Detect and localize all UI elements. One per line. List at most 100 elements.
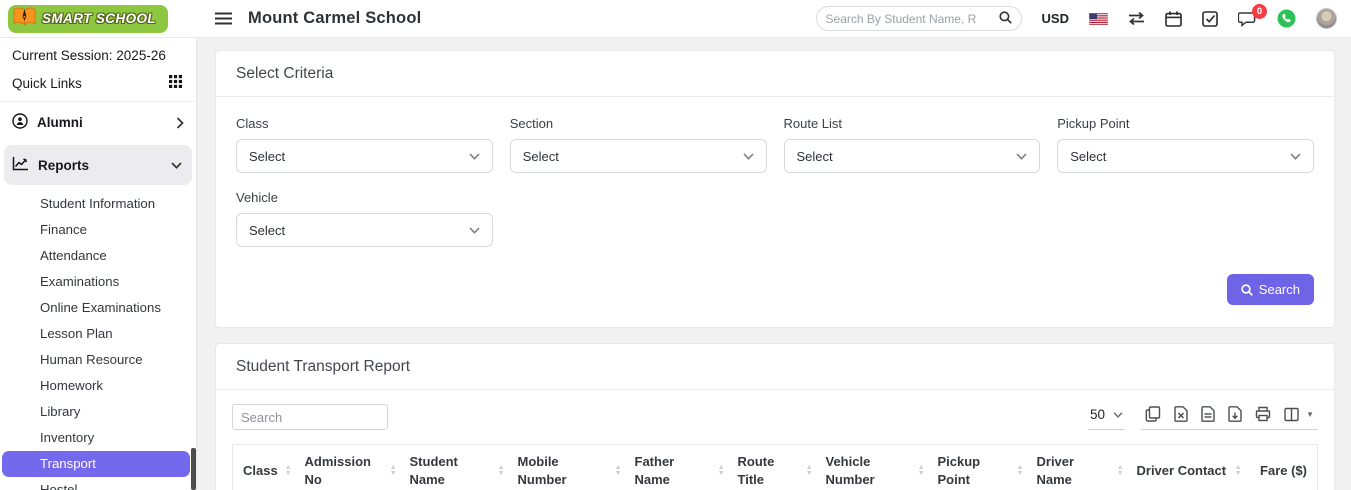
chevron-down-icon: [171, 162, 182, 169]
sidebar-item-student-information[interactable]: Student Information: [0, 191, 192, 217]
col-student-name[interactable]: Student Name▲▼: [400, 445, 508, 490]
sort-icon[interactable]: ▲▼: [615, 465, 622, 477]
sidebar-item-hostel[interactable]: Hostel: [0, 477, 192, 490]
chevron-down-icon: [469, 227, 480, 234]
sidebar-item-library[interactable]: Library: [0, 399, 192, 425]
vehicle-label: Vehicle: [236, 190, 493, 205]
col-vehicle-number[interactable]: Vehicle Number▲▼: [816, 445, 928, 490]
caret-down-icon[interactable]: ▼: [1306, 410, 1314, 419]
chevron-down-icon: [1113, 412, 1123, 418]
col-admission-no[interactable]: Admission No▲▼: [295, 445, 400, 490]
class-select[interactable]: Select: [236, 139, 493, 173]
sort-icon[interactable]: ▲▼: [1235, 465, 1242, 477]
table-header-row: Class▲▼ Admission No▲▼ Student Name▲▼ Mo…: [233, 445, 1318, 490]
sidebar-item-alumni[interactable]: Alumni: [0, 102, 196, 143]
excel-export-icon[interactable]: [1174, 406, 1188, 422]
field-section: Section Select: [510, 116, 767, 173]
col-pickup-point[interactable]: Pickup Point▲▼: [928, 445, 1027, 490]
col-driver-name[interactable]: Driver Name▲▼: [1027, 445, 1127, 490]
hamburger-menu-icon[interactable]: [215, 12, 232, 25]
sidebar-item-label: Alumni: [37, 115, 83, 130]
col-class[interactable]: Class▲▼: [233, 445, 295, 490]
header-search-input[interactable]: [826, 12, 999, 26]
col-fare[interactable]: Fare ($): [1245, 445, 1318, 490]
chevron-down-icon: [1016, 153, 1027, 160]
sidebar-item-inventory[interactable]: Inventory: [0, 425, 192, 451]
page-size-select[interactable]: 50: [1088, 405, 1125, 430]
sidebar: Current Session: 2025-26 Quick Links Alu…: [0, 38, 197, 490]
logo[interactable]: SMART SCHOOL: [0, 5, 197, 33]
calendar-icon[interactable]: [1165, 11, 1182, 27]
search-button-label: Search: [1259, 282, 1300, 297]
user-avatar[interactable]: [1316, 8, 1337, 29]
sort-icon[interactable]: ▲▼: [498, 465, 505, 477]
section-label: Section: [510, 116, 767, 131]
chevron-right-icon: [176, 117, 184, 129]
col-father-name[interactable]: Father Name▲▼: [625, 445, 728, 490]
pickup-point-select-value: Select: [1070, 149, 1106, 164]
logo-book-icon: [12, 7, 37, 31]
chat-icon[interactable]: 0: [1238, 11, 1257, 27]
vehicle-select-value: Select: [249, 223, 285, 238]
pickup-point-label: Pickup Point: [1057, 116, 1314, 131]
sidebar-item-homework[interactable]: Homework: [0, 373, 192, 399]
print-icon[interactable]: [1255, 406, 1271, 422]
current-session-label: Current Session: 2025-26: [0, 38, 196, 65]
column-visibility-icon[interactable]: [1284, 407, 1299, 422]
sidebar-scrollbar[interactable]: [191, 448, 196, 490]
sort-icon[interactable]: ▲▼: [806, 465, 813, 477]
grid-icon[interactable]: [169, 75, 182, 91]
route-list-select-value: Select: [797, 149, 833, 164]
main-content: Select Criteria Class Select Section Sel…: [197, 38, 1351, 490]
pickup-point-select[interactable]: Select: [1057, 139, 1314, 173]
sort-icon[interactable]: ▲▼: [918, 465, 925, 477]
vehicle-select[interactable]: Select: [236, 213, 493, 247]
sidebar-item-finance[interactable]: Finance: [0, 217, 192, 243]
page-title: Mount Carmel School: [248, 9, 421, 28]
section-select-value: Select: [523, 149, 559, 164]
pdf-export-icon[interactable]: [1228, 406, 1242, 422]
sidebar-item-attendance[interactable]: Attendance: [0, 243, 192, 269]
sidebar-item-examinations[interactable]: Examinations: [0, 269, 192, 295]
session-switch-icon[interactable]: [1128, 12, 1145, 25]
copy-icon[interactable]: [1145, 406, 1161, 422]
sort-icon[interactable]: ▲▼: [718, 465, 725, 477]
sort-icon[interactable]: ▲▼: [1117, 465, 1124, 477]
alumni-icon: [12, 113, 28, 132]
tasks-icon[interactable]: [1202, 11, 1218, 27]
sort-icon[interactable]: ▲▼: [390, 465, 397, 477]
col-mobile-number[interactable]: Mobile Number▲▼: [508, 445, 625, 490]
transport-report-title: Student Transport Report: [216, 344, 1334, 390]
currency-selector[interactable]: USD: [1042, 11, 1069, 26]
sidebar-item-lesson-plan[interactable]: Lesson Plan: [0, 321, 192, 347]
transport-report-table: Class▲▼ Admission No▲▼ Student Name▲▼ Mo…: [232, 444, 1318, 490]
select-criteria-title: Select Criteria: [216, 51, 1334, 97]
whatsapp-icon[interactable]: [1277, 9, 1296, 28]
transport-report-card: Student Transport Report 50: [215, 343, 1335, 490]
route-list-select[interactable]: Select: [784, 139, 1041, 173]
field-pickup-point: Pickup Point Select: [1057, 116, 1314, 173]
sort-icon[interactable]: ▲▼: [285, 465, 292, 477]
language-flag-icon[interactable]: [1089, 13, 1108, 25]
sidebar-item-human-resource[interactable]: Human Resource: [0, 347, 192, 373]
field-vehicle: Vehicle Select: [236, 190, 493, 247]
col-driver-contact[interactable]: Driver Contact▲▼: [1127, 445, 1245, 490]
search-button[interactable]: Search: [1227, 274, 1314, 305]
chat-badge: 0: [1252, 4, 1267, 19]
chevron-down-icon: [469, 153, 480, 160]
logo-text: SMART SCHOOL: [42, 11, 156, 26]
search-icon: [1241, 284, 1253, 296]
search-icon[interactable]: [999, 11, 1012, 27]
route-list-label: Route List: [784, 116, 1041, 131]
col-route-title[interactable]: Route Title▲▼: [728, 445, 816, 490]
section-select[interactable]: Select: [510, 139, 767, 173]
sort-icon[interactable]: ▲▼: [1017, 465, 1024, 477]
sidebar-item-transport[interactable]: Transport: [2, 451, 190, 477]
select-criteria-card: Select Criteria Class Select Section Sel…: [215, 50, 1335, 328]
sidebar-item-online-examinations[interactable]: Online Examinations: [0, 295, 192, 321]
table-search-input[interactable]: [232, 404, 388, 430]
header-search[interactable]: [816, 6, 1022, 31]
sidebar-item-reports[interactable]: Reports: [4, 145, 192, 185]
csv-export-icon[interactable]: [1201, 406, 1215, 422]
quick-links[interactable]: Quick Links: [0, 65, 196, 102]
